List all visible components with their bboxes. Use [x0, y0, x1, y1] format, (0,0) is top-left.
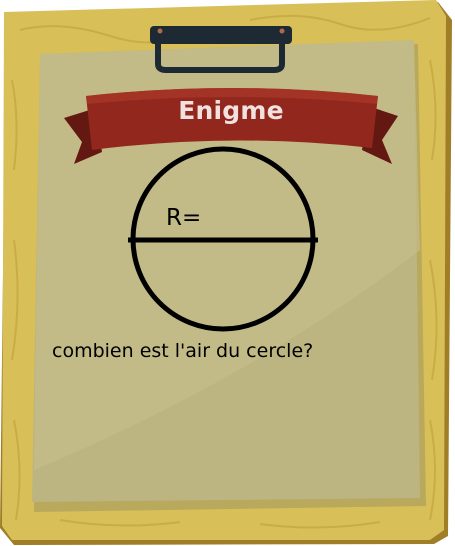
clip-rivet-left: [157, 28, 163, 34]
clipboard: [0, 0, 452, 545]
clip-rivet-right: [279, 28, 285, 34]
riddle-card: Enigme R= combien est l'air du cercle?: [0, 0, 455, 546]
radius-label: R=: [166, 205, 202, 231]
clip-bar: [150, 26, 292, 44]
question-text: combien est l'air du cercle?: [52, 340, 314, 362]
banner-title: Enigme: [178, 96, 284, 125]
